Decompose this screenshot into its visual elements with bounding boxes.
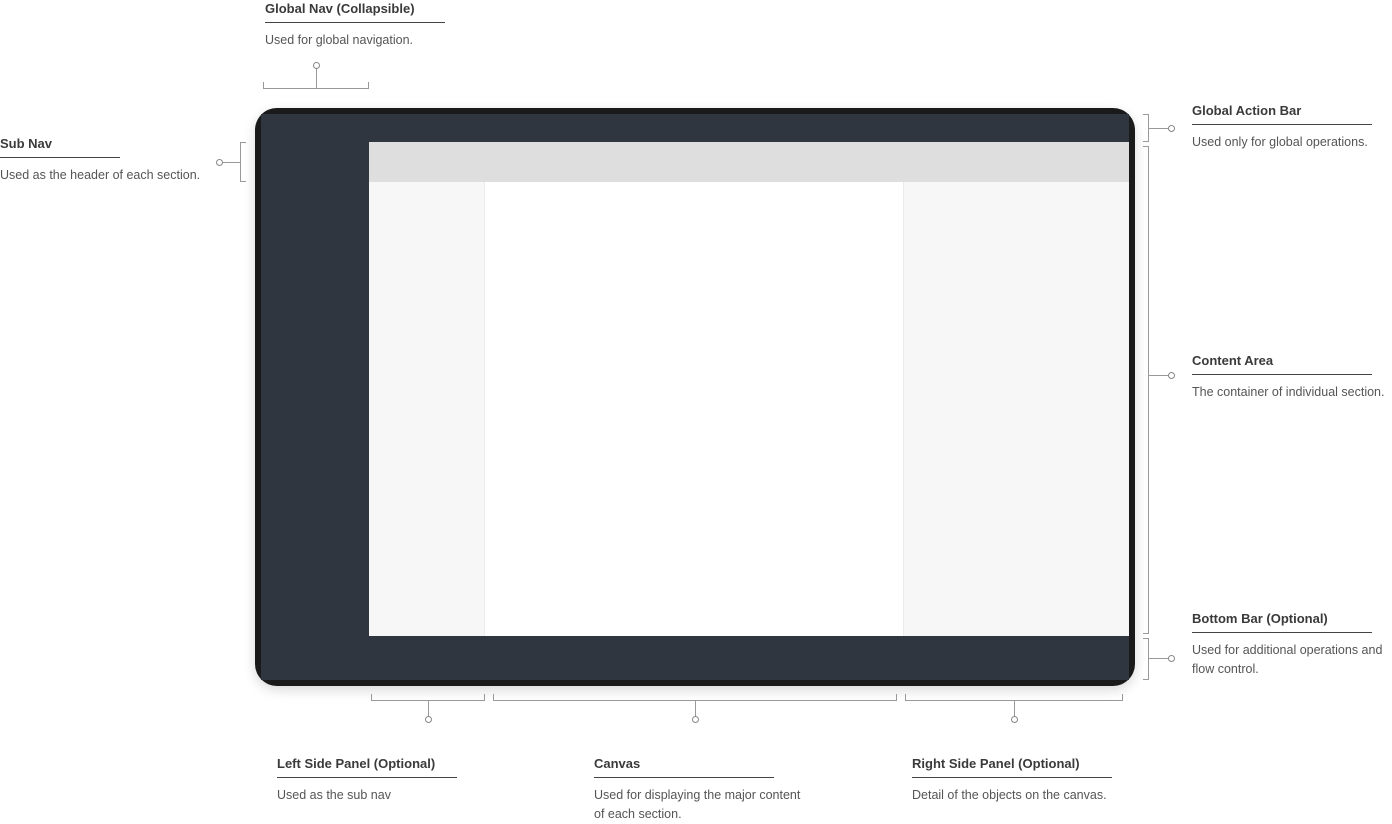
callout-desc: Used as the sub nav [277, 786, 457, 805]
callout-desc: Used as the header of each section. [0, 166, 210, 185]
callout-title: Global Action Bar [1192, 103, 1372, 125]
connector-sub-nav-h [222, 162, 240, 163]
bracket-global-nav [263, 88, 369, 89]
callout-sub-nav: Sub Nav Used as the header of each secti… [0, 135, 210, 185]
callout-desc: Detail of the objects on the canvas. [912, 786, 1112, 805]
connector-content-area-h [1148, 375, 1170, 376]
connector-dot-icon [692, 716, 699, 723]
connector-dot-icon [313, 62, 320, 69]
callout-desc: Used for global navigation. [265, 31, 445, 50]
callout-bottom-bar: Bottom Bar (Optional) Used for additiona… [1192, 610, 1392, 679]
callout-global-action-bar: Global Action Bar Used only for global o… [1192, 102, 1372, 152]
callout-desc: The container of individual section. [1192, 383, 1384, 402]
region-left-side-panel [369, 182, 485, 636]
callout-title: Bottom Bar (Optional) [1192, 611, 1372, 633]
callout-title: Content Area [1192, 353, 1372, 375]
callout-title: Global Nav (Collapsible) [265, 1, 445, 23]
connector-dot-icon [1168, 125, 1175, 132]
callout-left-side-panel: Left Side Panel (Optional) Used as the s… [277, 755, 457, 805]
device-screen [261, 114, 1129, 680]
region-global-action-bar [261, 114, 1129, 142]
region-sub-nav [369, 142, 1129, 182]
bracket-content-area [1148, 146, 1149, 634]
callout-right-side-panel: Right Side Panel (Optional) Detail of th… [912, 755, 1112, 805]
device-frame [255, 108, 1135, 686]
region-bottom-bar [369, 636, 1129, 680]
connector-global-nav-v [316, 67, 317, 88]
callout-global-nav: Global Nav (Collapsible) Used for global… [265, 0, 445, 50]
callout-title: Sub Nav [0, 136, 120, 158]
callout-title: Left Side Panel (Optional) [277, 756, 457, 778]
bracket-sub-nav [240, 142, 241, 182]
connector-dot-icon [425, 716, 432, 723]
bracket-bottom-bar [1148, 638, 1149, 680]
connector-bottom-bar-h [1148, 658, 1170, 659]
region-canvas [485, 182, 903, 636]
callout-canvas: Canvas Used for displaying the major con… [594, 755, 804, 824]
connector-global-action-bar-h [1148, 128, 1170, 129]
region-global-nav-sidebar [261, 114, 369, 680]
callout-title: Canvas [594, 756, 774, 778]
callout-content-area: Content Area The container of individual… [1192, 352, 1384, 402]
connector-dot-icon [1168, 372, 1175, 379]
connector-dot-icon [1168, 655, 1175, 662]
callout-desc: Used only for global operations. [1192, 133, 1372, 152]
connector-dot-icon [1011, 716, 1018, 723]
callout-title: Right Side Panel (Optional) [912, 756, 1112, 778]
connector-dot-icon [216, 159, 223, 166]
region-right-side-panel [903, 182, 1129, 636]
callout-desc: Used for additional operations and flow … [1192, 641, 1392, 679]
